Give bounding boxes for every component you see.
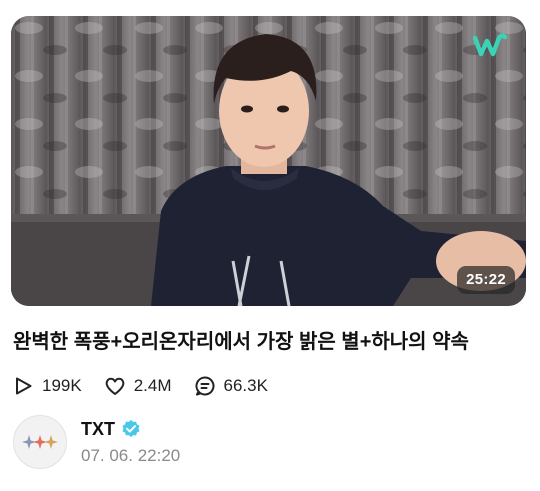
avatar[interactable] [13,415,67,469]
txt-logo-icon [22,435,58,449]
video-thumbnail[interactable]: 25:22 [11,16,526,306]
author-info: TXT 07. 06. 22:20 [81,419,180,466]
comments-stat[interactable]: 66.3K [194,375,268,397]
author-row: TXT 07. 06. 22:20 [13,414,180,470]
video-title[interactable]: 완벽한 폭풍+오리온자리에서 가장 밝은 별+하나의 약속 [13,329,528,355]
comment-icon [194,375,216,397]
comments-count: 66.3K [223,376,268,395]
play-icon [12,375,34,397]
views-count: 199K [42,376,82,395]
video-stats: 199K 2.4M 66.3K [12,374,290,398]
views-stat[interactable]: 199K [12,375,82,397]
post-date: 07. 06. 22:20 [81,445,181,465]
verified-badge-icon [121,419,141,439]
video-duration-badge: 25:22 [457,266,515,294]
likes-stat[interactable]: 2.4M [104,375,172,397]
author-name-row: TXT [81,419,180,440]
weverse-logo-icon [472,30,508,60]
author-name[interactable]: TXT [81,419,115,440]
heart-icon [104,375,126,397]
likes-count: 2.4M [133,376,172,395]
thumbnail-image [11,16,526,306]
